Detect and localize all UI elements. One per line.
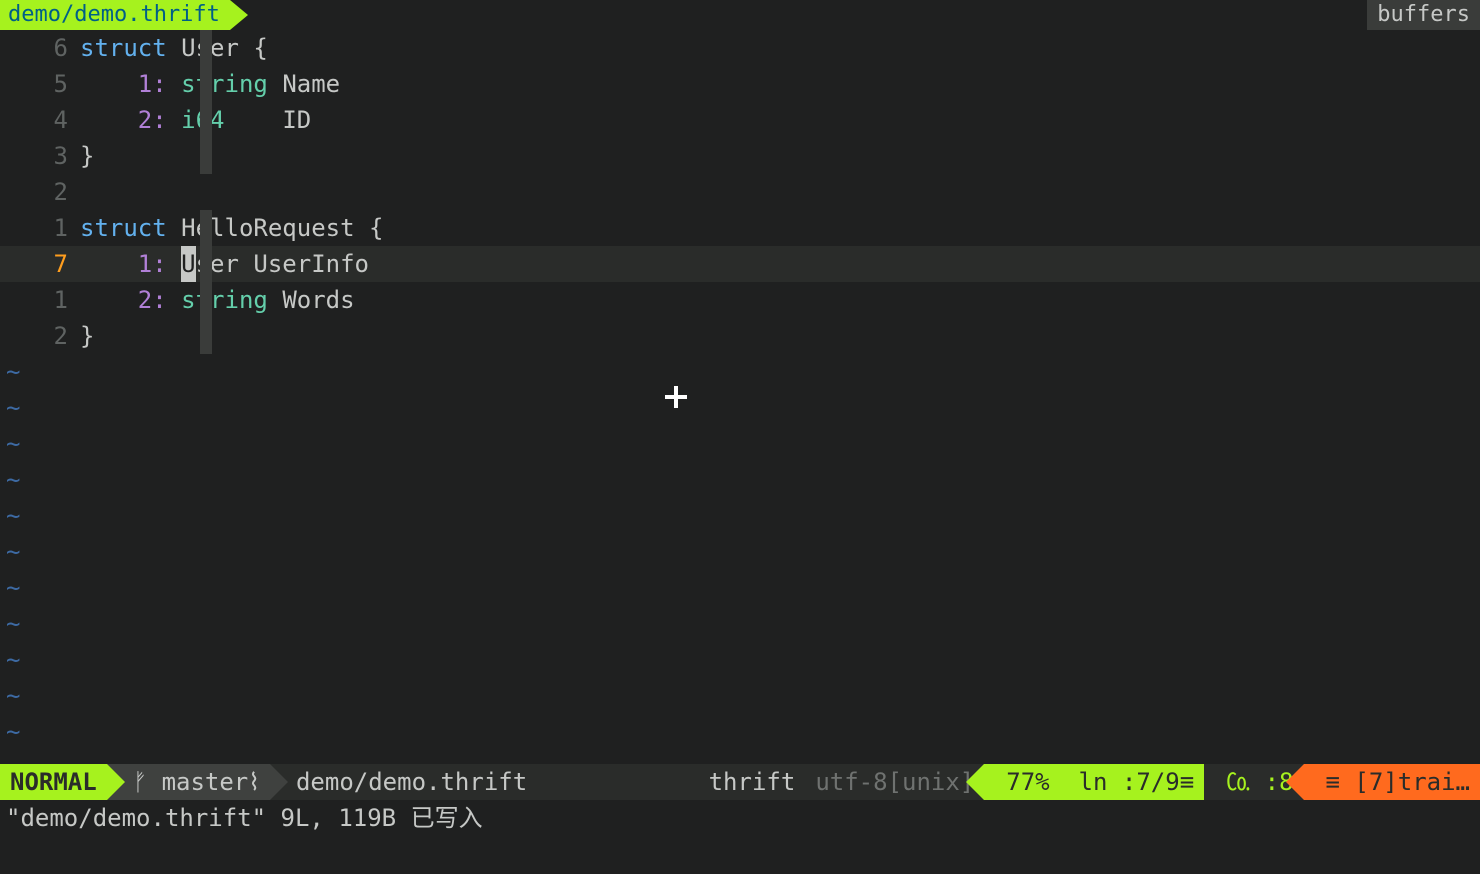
code-line[interactable]: 2 } (0, 318, 1480, 354)
code-text: 2: string Words (80, 282, 1480, 318)
code-text: struct User { (80, 30, 1480, 66)
code-line[interactable]: 4 2: i64 ID (0, 102, 1480, 138)
code-line-current[interactable]: 7 1: User UserInfo (0, 246, 1480, 282)
gutter-number: 4 (0, 102, 80, 138)
gutter-number: 2 (0, 318, 80, 354)
git-dirty-icon: ⌇ (248, 768, 260, 796)
status-filename: demo/demo.thrift (270, 764, 537, 800)
editor-area[interactable]: 6 struct User { 5 1: string Name 4 2: i6… (0, 30, 1480, 764)
gutter-number: 2 (0, 174, 80, 210)
text-cursor: U (181, 246, 195, 282)
tab-spacer (230, 0, 1367, 30)
code-line[interactable]: 2 (0, 174, 1480, 210)
status-line-value: 7/9 (1136, 768, 1179, 796)
code-text: } (80, 318, 1480, 354)
trailing-text: [7]trai… (1354, 768, 1470, 796)
gutter-number: 6 (0, 30, 80, 66)
tab-title: demo/demo.thrift (8, 2, 220, 27)
code-line[interactable]: 3 } (0, 138, 1480, 174)
status-encoding: utf-8[unix] (805, 764, 984, 800)
code-text: 1: User UserInfo (80, 246, 1480, 282)
code-line[interactable]: 5 1: string Name (0, 66, 1480, 102)
code-text: struct HelloRequest { (80, 210, 1480, 246)
tab-strip: demo/demo.thrift buffers (0, 0, 1480, 30)
fold-column-2 (200, 210, 212, 354)
mode-indicator: NORMAL (0, 764, 107, 800)
code-text: 1: string Name (80, 66, 1480, 102)
column-icon: ㏇ (1226, 768, 1250, 796)
gutter-number: 5 (0, 66, 80, 102)
end-of-buffer-tildes: ~~~~~ ~~~~~~ (0, 354, 1480, 750)
code-line[interactable]: 1 struct HelloRequest { (0, 210, 1480, 246)
code-text: } (80, 138, 1480, 174)
code-line[interactable]: 1 2: string Words (0, 282, 1480, 318)
status-percent: 77% (1006, 768, 1049, 796)
code-line[interactable]: 6 struct User { (0, 30, 1480, 66)
git-branch-name: master (162, 768, 249, 796)
status-spacer (537, 764, 698, 800)
line-icon: ≡ (1180, 768, 1194, 796)
buffers-label[interactable]: buffers (1367, 0, 1480, 30)
tab-current-file[interactable]: demo/demo.thrift (0, 0, 230, 30)
git-branch-segment: ᚠ master⌇ (107, 764, 270, 800)
code-text: 2: i64 ID (80, 102, 1480, 138)
fold-column-1 (200, 30, 212, 174)
status-trailing-whitespace: ≡ [7]trai… (1304, 764, 1480, 800)
status-line-label: ln : (1079, 768, 1137, 796)
gutter-number: 1 (0, 282, 80, 318)
git-branch-icon: ᚠ (133, 768, 147, 796)
trailing-icon: ≡ (1326, 768, 1340, 796)
gutter-number: 1 (0, 210, 80, 246)
status-position: 77% ln :7/9≡ (984, 764, 1204, 800)
gutter-number-current: 7 (0, 246, 80, 282)
status-filetype: thrift (699, 764, 806, 800)
command-line[interactable]: "demo/demo.thrift" 9L, 119B 已写入 (0, 800, 1480, 836)
gutter-number: 3 (0, 138, 80, 174)
status-line: NORMAL ᚠ master⌇ demo/demo.thrift thrift… (0, 764, 1480, 800)
